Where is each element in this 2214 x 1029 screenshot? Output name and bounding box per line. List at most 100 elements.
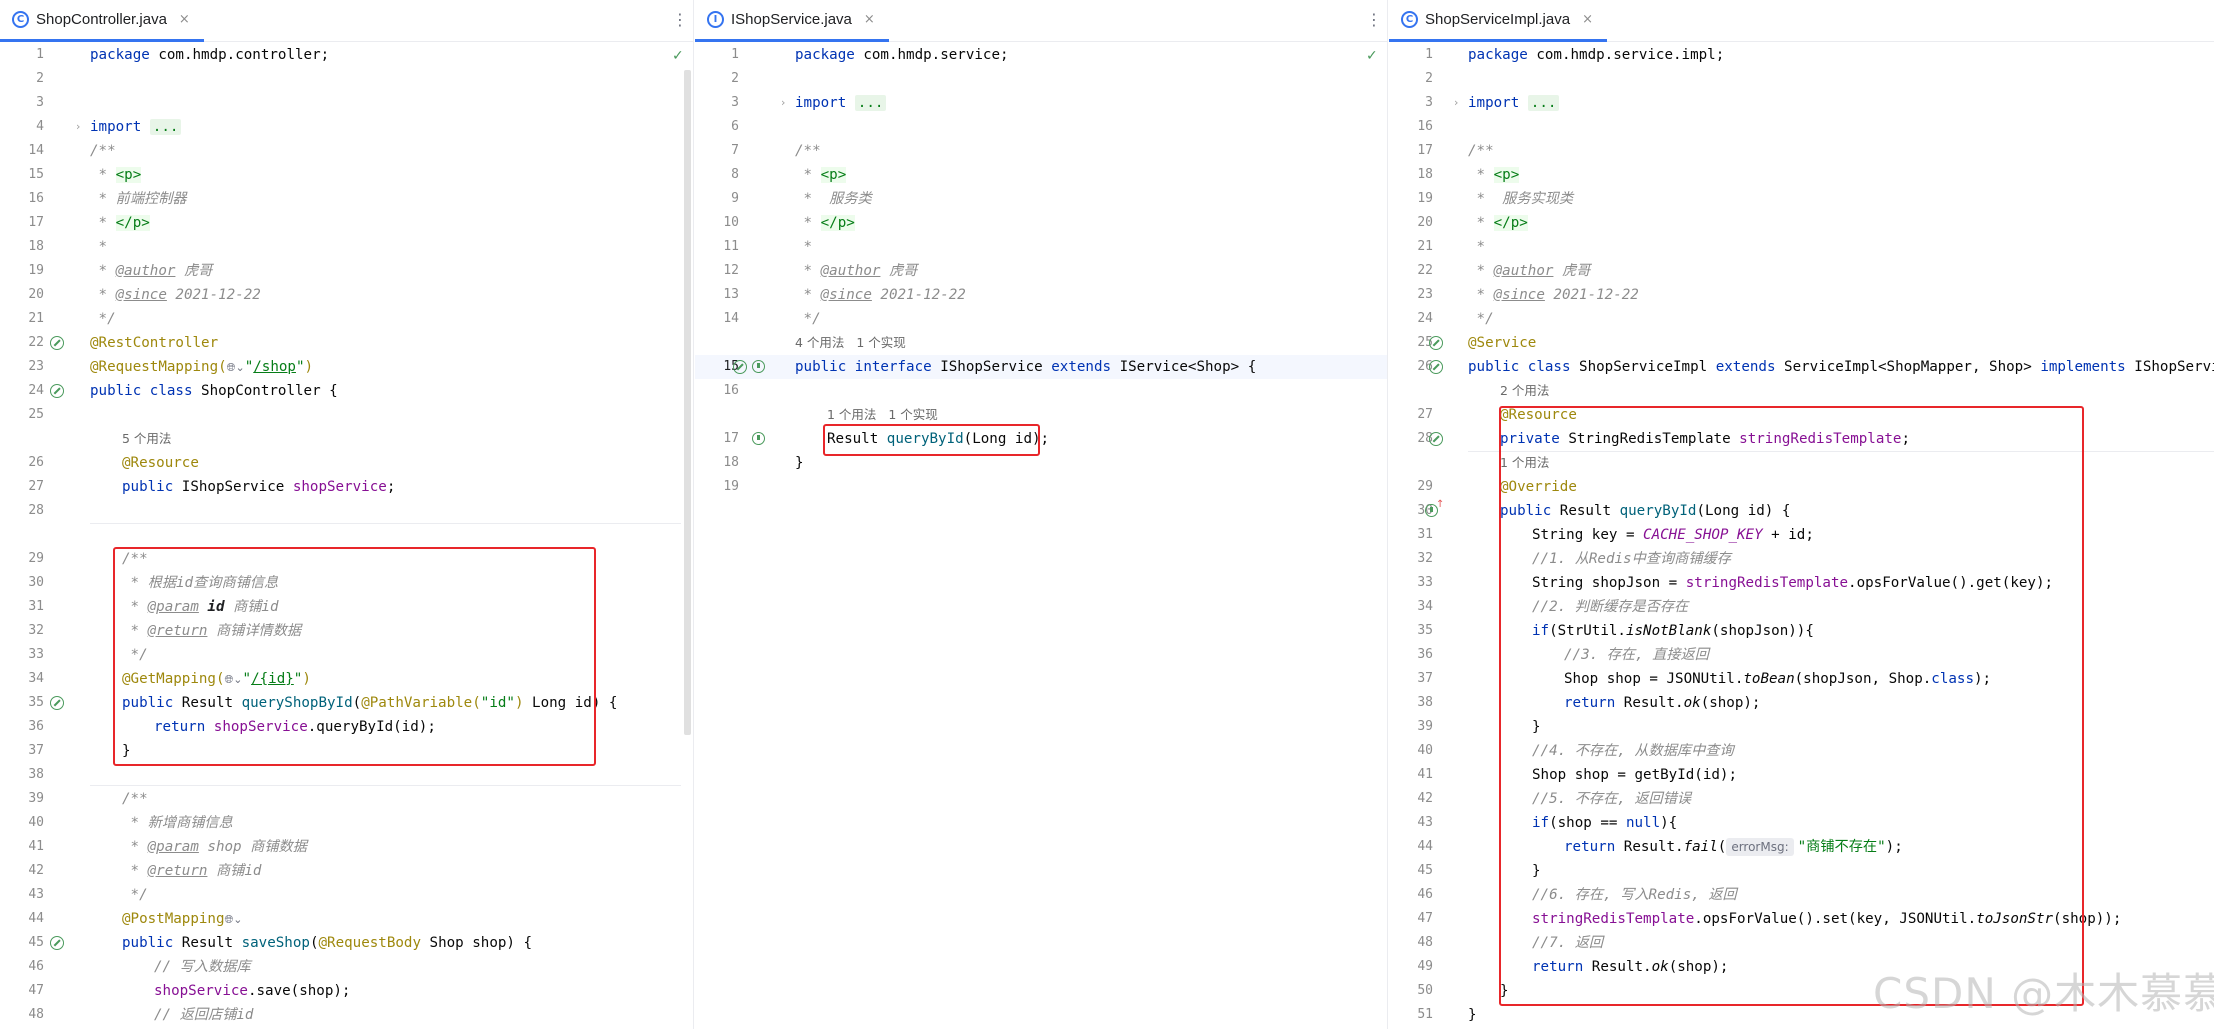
fold-chevron-icon[interactable]: › [1454,91,1458,115]
code-line[interactable]: 11 * [695,235,1387,259]
code-line[interactable]: 4 个用法 1 个实现 [695,331,1387,355]
code-line[interactable]: 2 [1389,67,2214,91]
code-line[interactable]: 1 个用法 1 个实现 [695,403,1387,427]
code-line[interactable]: 25 [0,403,693,427]
code-line[interactable]: 2 个用法 [1389,379,2214,403]
code-line[interactable]: 20 * </p> [1389,211,2214,235]
web-endpoint-icon[interactable]: 🌐︎⌄ [225,913,243,926]
usages-hint[interactable]: 2 个用法 [1500,379,1549,403]
code-line[interactable]: 48 // 返回店铺id [0,1003,693,1027]
folded-imports[interactable]: ... [854,95,887,111]
fold-chevron-icon[interactable]: › [781,91,785,115]
code-line[interactable]: 2 [695,67,1387,91]
code-line[interactable]: 2 [0,67,693,91]
code-line[interactable]: 1 package com.hmdp.service; [695,43,1387,67]
code-line[interactable]: 8 * <p> [695,163,1387,187]
code-line[interactable]: 19 * @author 虎哥 [0,259,693,283]
code-line[interactable]: 47 shopService.save(shop); [0,979,693,1003]
code-line[interactable]: 12 * @author 虎哥 [695,259,1387,283]
code-line[interactable]: 1 package com.hmdp.controller; [0,43,693,67]
code-line[interactable]: 15 * <p> [0,163,693,187]
web-endpoint-icon[interactable]: 🌐︎⌄ [227,361,245,374]
code-line[interactable]: 44 @PostMapping🌐︎⌄ [0,907,693,931]
code-line[interactable]: 3 › import ... [1389,91,2214,115]
code-line[interactable]: 21 * [1389,235,2214,259]
usages-hint[interactable]: 5 个用法 [122,427,171,451]
more-options-icon[interactable]: ⋮ [1366,11,1382,29]
code-line[interactable]: 3 [0,91,693,115]
code-line[interactable]: 16 * 前端控制器 [0,187,693,211]
code-line[interactable]: 19 [695,475,1387,499]
code-line[interactable]: 14 /** [0,139,693,163]
usages-hint[interactable]: 4 个用法 1 个实现 [795,331,906,355]
code-line[interactable]: 28 [0,499,693,523]
spring-bean-icon[interactable] [1429,360,1443,374]
endpoint-gutter-icon[interactable] [50,696,64,710]
code-line[interactable]: 25 @Service [1389,331,2214,355]
code-line[interactable]: 41 * @param shop 商铺数据 [0,835,693,859]
folded-imports[interactable]: ... [1527,95,1560,111]
code-line[interactable]: 39 /** [0,787,693,811]
close-icon[interactable]: × [1582,12,1593,27]
code-line[interactable]: 4 › import ... [0,115,693,139]
editor-shop-controller[interactable]: C ShopController.java × ⋮ ✓ 1 package com… [0,0,694,1029]
editor-shop-service-impl[interactable]: C ShopServiceImpl.java × 1 package com.hm… [1389,0,2214,1029]
code-line[interactable]: 16 [1389,115,2214,139]
code-line[interactable]: 5 个用法 [0,427,693,451]
code-line[interactable]: 15 public interface IShopService extends … [695,355,1387,379]
code-line[interactable]: 7 /** [695,139,1387,163]
endpoint-gutter-icon[interactable] [50,936,64,950]
code-line[interactable]: 43 */ [0,883,693,907]
code-line[interactable]: 27 public IShopService shopService; [0,475,693,499]
implements-method-icon[interactable] [1425,499,1444,517]
spring-bean-icon[interactable] [1429,336,1443,350]
code-line[interactable]: 26 @Resource [0,451,693,475]
code-line[interactable]: 18} [695,451,1387,475]
editor-ishop-service[interactable]: I IShopService.java × ⋮ ✓ 1 package com.h… [695,0,1388,1029]
code-line[interactable]: 20 * @since 2021-12-22 [0,283,693,307]
code-line[interactable]: 18 * <p> [1389,163,2214,187]
code-line[interactable]: 1 package com.hmdp.service.impl; [1389,43,2214,67]
tab-shop-service-impl[interactable]: C ShopServiceImpl.java × [1389,0,1607,42]
code-line[interactable]: 18 * [0,235,693,259]
code-area[interactable]: 1 package com.hmdp.controller; 2 3 4 › impo… [0,43,693,1029]
code-line[interactable]: 24 */ [1389,307,2214,331]
code-line[interactable]: 17 Result queryById(Long id); [695,427,1387,451]
code-line[interactable]: 24 public class ShopController { [0,379,693,403]
code-line[interactable]: 45 public Result saveShop(@RequestBody Sh… [0,931,693,955]
code-line[interactable]: 10 * </p> [695,211,1387,235]
more-options-icon[interactable]: ⋮ [672,11,688,29]
tab-shop-controller[interactable]: C ShopController.java × [0,0,204,42]
implementations-icon[interactable] [752,360,765,373]
spring-bean-icon[interactable] [733,360,747,374]
code-line[interactable]: 16 [695,379,1387,403]
code-line[interactable]: 6 [695,115,1387,139]
autowired-icon[interactable] [1429,432,1443,446]
code-line[interactable]: 17 * </p> [0,211,693,235]
code-line[interactable]: 17 /** [1389,139,2214,163]
implementations-icon[interactable] [752,432,765,445]
code-line[interactable]: 19 * 服务实现类 [1389,187,2214,211]
code-line[interactable]: 14 */ [695,307,1387,331]
code-line[interactable]: 22 @RestController [0,331,693,355]
code-line[interactable]: 22 * @author 虎哥 [1389,259,2214,283]
code-line[interactable]: 21 */ [0,307,693,331]
code-line[interactable]: 9 * 服务类 [695,187,1387,211]
code-line[interactable]: 42 * @return 商铺id [0,859,693,883]
code-area[interactable]: 1 package com.hmdp.service; 2 3 › import ..… [695,43,1387,1029]
code-line[interactable]: 13 * @since 2021-12-22 [695,283,1387,307]
folded-imports[interactable]: ... [149,119,182,135]
code-line[interactable]: 23 @RequestMapping(🌐︎⌄"/shop") [0,355,693,379]
fold-chevron-icon[interactable]: › [76,115,80,139]
close-icon[interactable]: × [864,12,875,27]
spring-bean-icon[interactable] [50,336,64,350]
code-line[interactable]: 46 // 写入数据库 [0,955,693,979]
code-line[interactable]: 26 public class ShopServiceImpl extends S… [1389,355,2214,379]
code-line[interactable]: 38 [0,763,693,787]
code-line[interactable]: 3 › import ... [695,91,1387,115]
close-icon[interactable]: × [179,12,190,27]
code-line[interactable]: 40 * 新增商铺信息 [0,811,693,835]
tab-ishop-service[interactable]: I IShopService.java × [695,0,889,42]
spring-bean-icon[interactable] [50,384,64,398]
code-line[interactable]: 23 * @since 2021-12-22 [1389,283,2214,307]
